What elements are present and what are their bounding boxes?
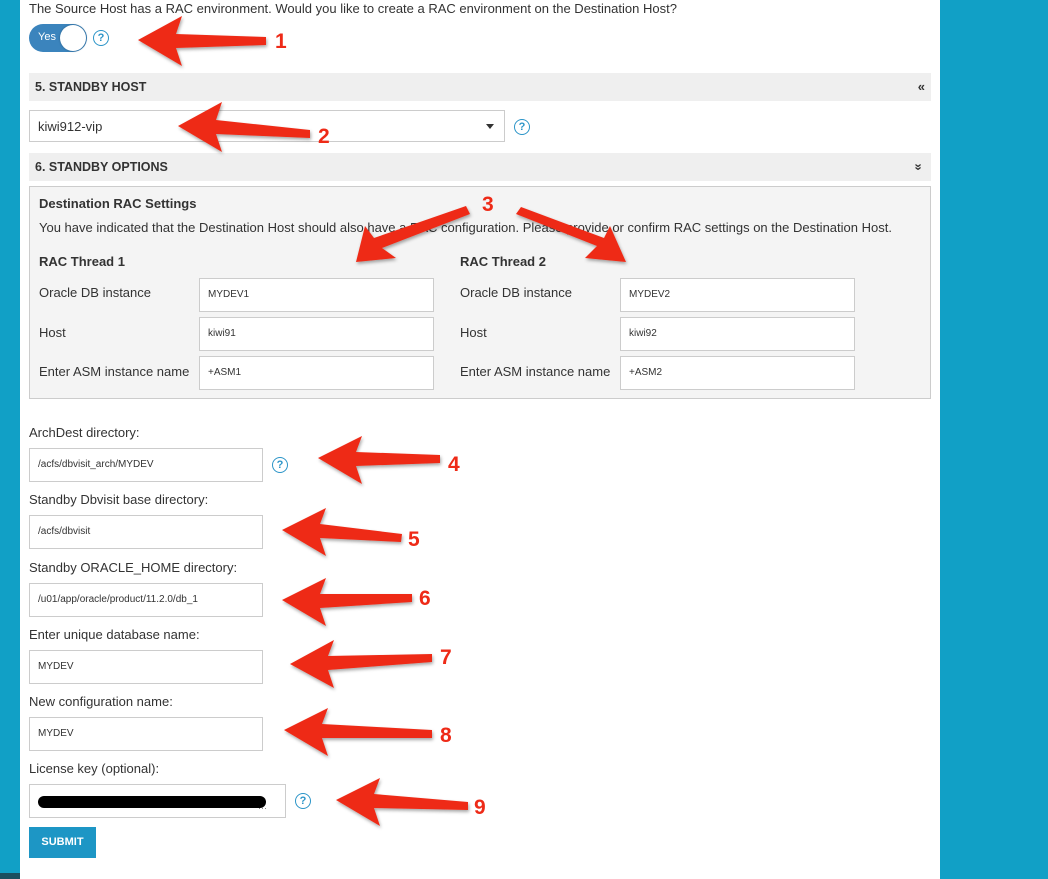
license-key-tail: ··· bbox=[258, 803, 267, 813]
dbvisit-base-label: Standby Dbvisit base directory: bbox=[29, 492, 209, 507]
expand-chevron-icon[interactable]: » bbox=[904, 163, 932, 170]
standby-host-select[interactable]: kiwi912-vip bbox=[29, 110, 505, 142]
form-page: The Source Host has a RAC environment. W… bbox=[20, 0, 940, 879]
help-icon[interactable]: ? bbox=[514, 119, 530, 135]
config-name-input[interactable]: MYDEV bbox=[29, 717, 263, 751]
license-key-input[interactable]: ··· bbox=[29, 784, 286, 818]
archdest-input[interactable]: /acfs/dbvisit_arch/MYDEV bbox=[29, 448, 263, 482]
dbvisit-base-input[interactable]: /acfs/dbvisit bbox=[29, 515, 263, 549]
rac-thread-1-title: RAC Thread 1 bbox=[39, 254, 125, 269]
unique-db-name-label: Enter unique database name: bbox=[29, 627, 200, 642]
rac-toggle-label: Yes bbox=[38, 31, 56, 43]
license-key-label: License key (optional): bbox=[29, 761, 160, 776]
rac-settings-description: You have indicated that the Destination … bbox=[39, 220, 892, 235]
section-title: 6. STANDBY OPTIONS bbox=[35, 160, 168, 174]
standby-host-section-header[interactable]: 5. STANDBY HOST « bbox=[29, 73, 931, 101]
bottom-strip bbox=[0, 873, 20, 879]
unique-db-name-input[interactable]: MYDEV bbox=[29, 650, 263, 684]
help-icon[interactable]: ? bbox=[93, 30, 109, 46]
rac-settings-title: Destination RAC Settings bbox=[39, 196, 197, 211]
asm-label: Enter ASM instance name bbox=[39, 364, 190, 379]
thread-2-host-input[interactable]: kiwi92 bbox=[620, 317, 855, 351]
rac-toggle[interactable]: Yes bbox=[29, 24, 87, 52]
thread-2-asm-input[interactable]: +ASM2 bbox=[620, 356, 855, 390]
host-label: Host bbox=[460, 325, 487, 340]
standby-options-section-header[interactable]: 6. STANDBY OPTIONS » bbox=[29, 153, 931, 181]
oracle-home-label: Standby ORACLE_HOME directory: bbox=[29, 560, 238, 575]
config-name-label: New configuration name: bbox=[29, 694, 173, 709]
thread-1-db-instance-input[interactable]: MYDEV1 bbox=[199, 278, 434, 312]
db-instance-label: Oracle DB instance bbox=[39, 285, 151, 300]
asm-label: Enter ASM instance name bbox=[460, 364, 611, 379]
caret-down-icon bbox=[486, 124, 494, 129]
help-icon[interactable]: ? bbox=[272, 457, 288, 473]
section-title: 5. STANDBY HOST bbox=[35, 80, 147, 94]
submit-button[interactable]: SUBMIT bbox=[29, 827, 96, 858]
collapse-chevron-icon[interactable]: « bbox=[918, 73, 925, 101]
archdest-label: ArchDest directory: bbox=[29, 425, 140, 440]
thread-2-db-instance-input[interactable]: MYDEV2 bbox=[620, 278, 855, 312]
toggle-knob bbox=[60, 25, 86, 51]
thread-1-asm-input[interactable]: +ASM1 bbox=[199, 356, 434, 390]
db-instance-label: Oracle DB instance bbox=[460, 285, 572, 300]
help-icon[interactable]: ? bbox=[295, 793, 311, 809]
host-label: Host bbox=[39, 325, 66, 340]
selected-host: kiwi912-vip bbox=[38, 119, 103, 134]
thread-1-host-input[interactable]: kiwi91 bbox=[199, 317, 434, 351]
rac-thread-2-title: RAC Thread 2 bbox=[460, 254, 546, 269]
redaction-mark bbox=[38, 796, 266, 808]
oracle-home-input[interactable]: /u01/app/oracle/product/11.2.0/db_1 bbox=[29, 583, 263, 617]
rac-question: The Source Host has a RAC environment. W… bbox=[29, 1, 677, 16]
rac-settings-panel: Destination RAC Settings You have indica… bbox=[29, 186, 931, 399]
